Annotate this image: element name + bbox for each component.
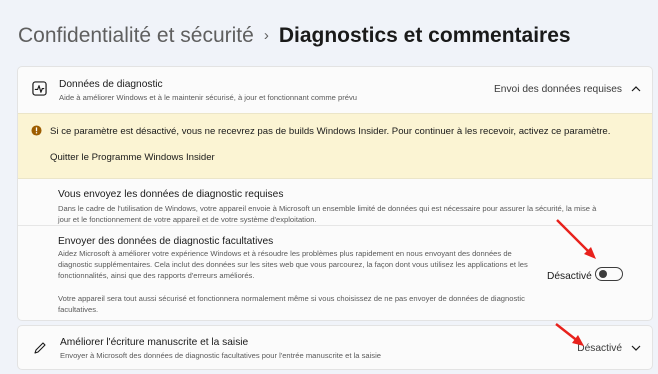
handwriting-status: Désactivé (577, 343, 622, 354)
optional-data-row: Envoyer des données de diagnostic facult… (18, 226, 652, 320)
handwriting-title: Améliorer l'écriture manuscrite et la sa… (60, 337, 249, 348)
optional-data-note: Votre appareil sera tout aussi sécurisé … (58, 294, 525, 314)
breadcrumb-parent[interactable]: Confidentialité et sécurité (18, 24, 254, 47)
required-data-row: Vous envoyez les données de diagnostic r… (18, 179, 652, 226)
toggle-knob (599, 270, 607, 278)
diagnostic-data-card: Données de diagnostic Aide à améliorer W… (17, 66, 653, 321)
warning-text: Si ce paramètre est désactivé, vous ne r… (50, 126, 611, 137)
optional-data-title: Envoyer des données de diagnostic facult… (58, 236, 274, 247)
chevron-down-icon[interactable] (631, 345, 641, 352)
quit-insider-program-link[interactable]: Quitter le Programme Windows Insider (50, 152, 215, 163)
required-data-description: Dans le cadre de l'utilisation de Window… (58, 204, 597, 224)
diagnostic-data-title: Données de diagnostic (59, 79, 163, 90)
insider-warning-banner: Si ce paramètre est désactivé, vous ne r… (18, 113, 652, 179)
diagnostic-data-subtitle: Aide à améliorer Windows et à le mainten… (59, 93, 357, 102)
breadcrumb-current: Diagnostics et commentaires (278, 24, 571, 47)
handwriting-subtitle: Envoyer à Microsoft des données de diagn… (60, 351, 381, 360)
required-data-title: Vous envoyez les données de diagnostic r… (58, 189, 284, 200)
diagnostic-data-status: Envoi des données requises (494, 84, 622, 95)
diagnostic-chart-icon (32, 81, 47, 96)
chevron-up-icon[interactable] (631, 85, 641, 92)
optional-data-status: Désactivé (547, 271, 592, 282)
optional-data-toggle[interactable] (595, 267, 623, 281)
optional-data-description: Aidez Microsoft à améliorer votre expéri… (58, 249, 528, 280)
pen-icon (34, 342, 46, 354)
handwriting-card[interactable]: Améliorer l'écriture manuscrite et la sa… (17, 325, 653, 370)
page-title: Confidentialité et sécurité › Diagnostics … (18, 24, 571, 48)
warning-info-icon (31, 125, 42, 136)
diagnostic-data-header[interactable]: Données de diagnostic Aide à améliorer W… (18, 67, 652, 113)
breadcrumb-separator-icon: › (263, 27, 269, 44)
